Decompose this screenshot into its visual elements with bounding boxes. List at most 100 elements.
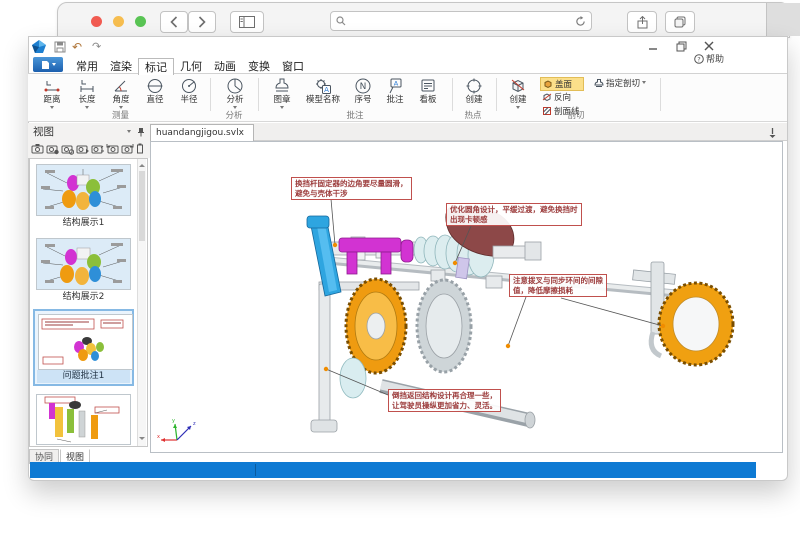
app-logo [31, 39, 47, 55]
scrollbar-thumb[interactable] [139, 171, 145, 241]
minimize-traffic-light[interactable] [113, 16, 124, 27]
view-thumbnail[interactable] [36, 238, 131, 290]
group-label-annotate: 批注 [262, 111, 448, 121]
ribbon-separator [210, 78, 211, 111]
reverse-icon [542, 92, 552, 102]
stamp-button[interactable]: 图章 [266, 76, 298, 116]
restore-icon [676, 41, 687, 52]
status-bar-divider [255, 464, 256, 476]
minimize-icon [648, 43, 658, 51]
radius-icon [180, 77, 198, 95]
stamp-icon [273, 77, 291, 95]
thumbnail-label: 结构展示1 [36, 217, 131, 229]
measure-distance-button[interactable]: 距离 [35, 76, 69, 116]
prev-view-icon[interactable] [106, 143, 119, 155]
svg-text:A: A [394, 79, 399, 87]
tab-jihe[interactable]: 几何 [174, 58, 208, 73]
tab-strip-pin-icon[interactable] [768, 127, 777, 138]
annotation-note[interactable]: 优化圆角设计，平缓过渡，避免换挡时 出现卡顿感 [446, 203, 582, 226]
app-close-button[interactable] [704, 41, 714, 51]
measure-diameter-button[interactable]: 直径 [138, 76, 172, 116]
save-icon[interactable] [54, 41, 66, 53]
help-button[interactable]: ? 帮助 [694, 52, 724, 65]
sequence-number-button[interactable]: N 序号 [348, 76, 378, 116]
ribbon-separator [258, 78, 259, 111]
measure-angle-button[interactable]: 角度 [104, 76, 138, 116]
annotation-line: 让驾驶员操纵更加省力、灵活。 [392, 401, 497, 411]
pin-icon[interactable] [137, 127, 145, 137]
undo-icon[interactable]: ↶ [72, 40, 82, 54]
delete-view-icon[interactable] [136, 143, 144, 155]
scroll-down-icon[interactable] [139, 437, 145, 443]
annotation-note[interactable]: 倒挡返回结构设计再合理一些， 让驾驶员操纵更加省力、灵活。 [388, 389, 501, 412]
board-icon [419, 77, 437, 95]
tabs-overview-button[interactable] [665, 11, 695, 33]
scroll-up-icon[interactable] [139, 161, 145, 167]
tab-donghua[interactable]: 动画 [208, 58, 242, 73]
back-button[interactable] [160, 11, 188, 33]
hotspot-create-button[interactable]: 创建 [458, 76, 490, 116]
maximize-traffic-light[interactable] [135, 16, 146, 27]
annotation-note[interactable]: 换挡杆固定器的边角要尽量圆滑， 避免与壳体干涉 [291, 177, 412, 200]
tab-chuangkou[interactable]: 窗口 [276, 58, 310, 73]
view-thumbnail[interactable] [36, 164, 131, 216]
svg-text:A: A [324, 86, 329, 94]
annotation-note[interactable]: 注意拨叉与同步环间的间隙 值，降低摩擦损耗 [509, 274, 607, 297]
thumbnail-image-structure1 [37, 165, 130, 215]
section-reverse-button[interactable]: 反向 [540, 91, 582, 103]
document-icon [41, 60, 50, 70]
sidebar-scrollbar[interactable] [137, 159, 146, 446]
annotation-line: 倒挡返回结构设计再合理一些， [392, 391, 497, 401]
annotation-line: 换挡杆固定器的边角要尽量圆滑， [295, 179, 408, 189]
annotation-line: 避免与壳体干涉 [295, 189, 408, 199]
view-panel-toolbar [28, 140, 150, 158]
section-capface-button[interactable]: 盖面 [540, 77, 584, 91]
section-create-button[interactable]: 创建 [502, 76, 534, 116]
annotation-line: 值，降低摩擦损耗 [513, 286, 603, 296]
measure-length-button[interactable]: 长度 [70, 76, 104, 116]
update-view-icon[interactable] [46, 143, 59, 155]
ribbon-separator [660, 78, 661, 111]
view-panel-header: 视图 [28, 123, 150, 140]
close-traffic-light[interactable] [91, 16, 102, 27]
analysis-button[interactable]: 分析 [218, 76, 252, 116]
specify-section-icon [594, 78, 604, 88]
share-button[interactable] [627, 11, 657, 33]
sidebar-toggle-button[interactable] [230, 11, 264, 33]
sequence-icon: N [354, 77, 372, 95]
app-minimize-button[interactable] [648, 43, 658, 51]
next-view-icon[interactable] [121, 143, 134, 155]
app-restore-button[interactable] [676, 41, 687, 52]
new-tab-button[interactable]: + [766, 3, 800, 36]
view-panel-title: 视图 [33, 124, 54, 139]
section-specify-button[interactable]: 指定剖切 [592, 77, 658, 89]
play-views-icon[interactable] [76, 143, 89, 155]
sort-views-icon[interactable] [91, 143, 104, 155]
distance-icon [43, 77, 61, 95]
tab-bianhuan[interactable]: 变换 [242, 58, 276, 73]
caret-down-icon[interactable] [127, 130, 131, 135]
svg-text:?: ? [697, 55, 700, 63]
help-label: 帮助 [706, 52, 724, 65]
chevron-right-icon [198, 16, 206, 28]
model-viewport[interactable]: 换挡杆固定器的边角要尽量圆滑， 避免与壳体干涉 优化圆角设计，平缓过渡，避免换挡… [150, 141, 783, 453]
reload-icon[interactable] [575, 16, 586, 27]
tab-changyong[interactable]: 常用 [70, 58, 104, 73]
rename-view-icon[interactable] [61, 143, 74, 155]
board-button[interactable]: 看板 [412, 76, 444, 116]
view-thumbnail[interactable] [36, 394, 131, 445]
hotspot-icon [465, 77, 483, 95]
forward-button[interactable] [188, 11, 216, 33]
redo-icon[interactable]: ↷ [92, 40, 101, 53]
thumbnail-image-structure2 [37, 239, 130, 289]
file-menu-button[interactable] [33, 57, 63, 72]
tab-biaoji[interactable]: 标记 [138, 58, 174, 75]
model-name-button[interactable]: A 模型名称 [300, 76, 346, 116]
tab-xuanran[interactable]: 渲染 [104, 58, 138, 73]
create-view-icon[interactable] [31, 143, 44, 155]
annotate-button[interactable]: A 批注 [380, 76, 410, 116]
document-tab[interactable]: huandangjigou.svlx [150, 124, 254, 141]
address-bar[interactable] [330, 11, 592, 31]
group-label-section: 剖切 [498, 111, 654, 121]
measure-radius-button[interactable]: 半径 [172, 76, 206, 116]
